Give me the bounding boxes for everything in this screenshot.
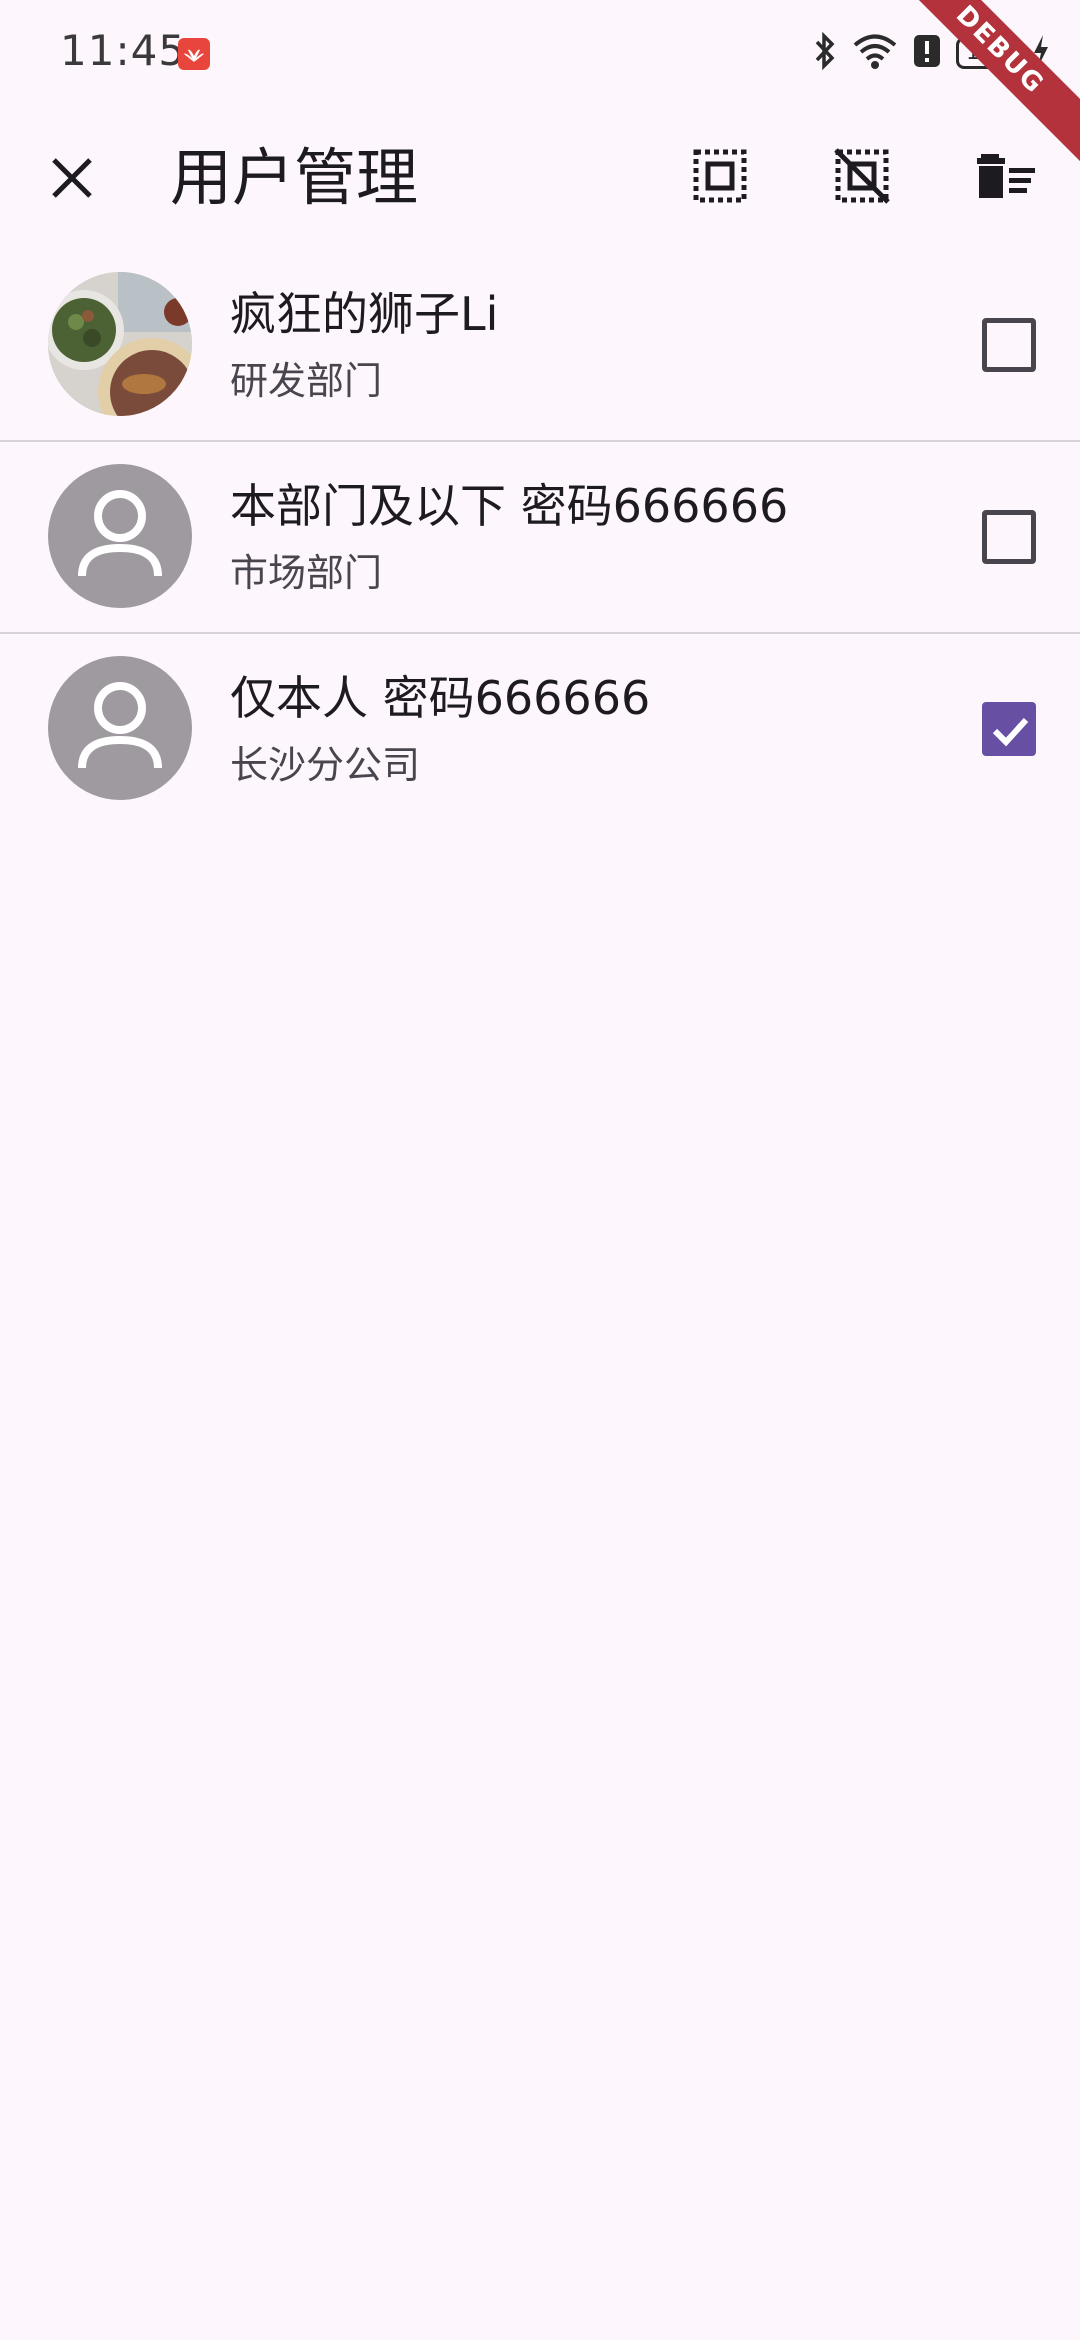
person-icon xyxy=(78,490,162,577)
select-checkbox[interactable] xyxy=(982,318,1036,372)
deselect-button[interactable] xyxy=(820,136,904,220)
user-name: 疯狂的狮子Li xyxy=(230,287,499,341)
select-all-button[interactable] xyxy=(678,136,762,220)
avatar xyxy=(48,464,192,608)
bluetooth-icon xyxy=(812,31,838,75)
select-checkbox[interactable] xyxy=(982,510,1036,564)
page-title: 用户管理 xyxy=(170,141,419,214)
close-button[interactable] xyxy=(30,138,114,222)
alert-icon xyxy=(912,33,942,73)
user-department: 研发部门 xyxy=(230,359,383,403)
wifi-icon xyxy=(852,32,898,74)
status-time: 11:45 xyxy=(60,26,187,75)
user-list: 疯狂的狮子Li 研发部门 本部门及以下 密码666666 市场部门 仅本人 密码… xyxy=(0,250,1080,826)
user-department: 长沙分公司 xyxy=(230,743,421,787)
notification-app-icon xyxy=(178,38,210,70)
check-icon xyxy=(992,717,1029,747)
delete-selected-button[interactable] xyxy=(964,136,1048,220)
person-icon xyxy=(78,682,162,769)
user-row[interactable]: 疯狂的狮子Li 研发部门 xyxy=(0,250,1080,442)
user-name: 仅本人 密码666666 xyxy=(230,671,651,725)
user-row[interactable]: 仅本人 密码666666 长沙分公司 xyxy=(0,634,1080,826)
avatar xyxy=(48,272,192,416)
user-name: 本部门及以下 密码666666 xyxy=(230,479,789,533)
select-checkbox[interactable] xyxy=(982,702,1036,756)
app-bar: 用户管理 xyxy=(0,118,1080,234)
deselect-icon xyxy=(832,146,892,210)
user-row[interactable]: 本部门及以下 密码666666 市场部门 xyxy=(0,442,1080,634)
delete-sweep-icon xyxy=(975,148,1037,208)
user-department: 市场部门 xyxy=(230,551,383,595)
select-all-icon xyxy=(692,148,748,208)
avatar xyxy=(48,656,192,800)
status-bar: 11:45 100 xyxy=(0,0,1080,172)
close-icon xyxy=(47,153,97,207)
